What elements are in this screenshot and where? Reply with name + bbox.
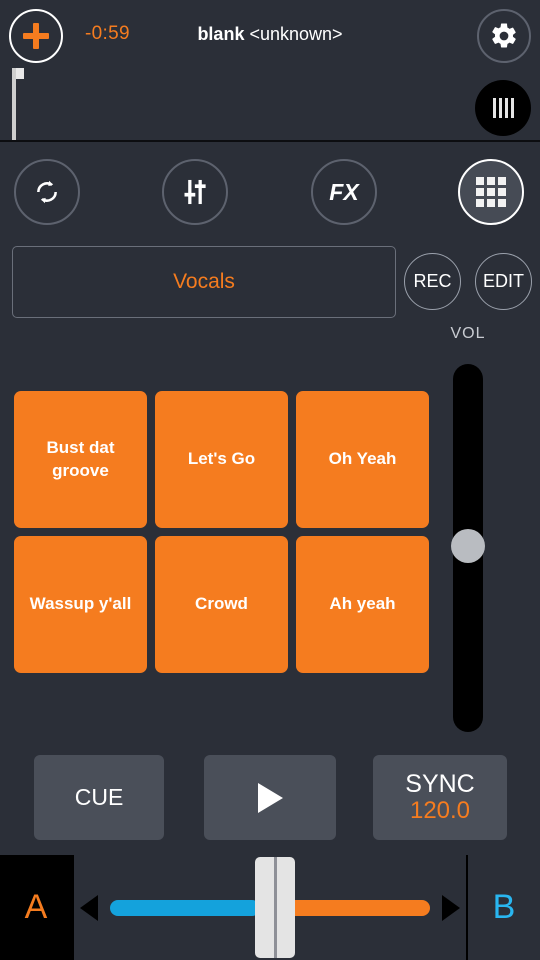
grid-icon (476, 177, 506, 207)
sample-pad[interactable]: Ah yeah (296, 536, 429, 673)
sliders-icon (184, 179, 206, 205)
crossfader-thumb[interactable] (255, 857, 295, 958)
gear-icon (492, 23, 516, 48)
bank-name-button[interactable]: Vocals (12, 246, 396, 318)
arrow-right-icon[interactable] (442, 895, 460, 921)
header-bar: -0:59 blank <unknown> (0, 0, 540, 142)
sample-pad-grid: Bust dat groove Let's Go Oh Yeah Wassup … (14, 391, 429, 673)
crossfader-right-fill (280, 900, 430, 916)
track-artist: <unknown> (249, 24, 343, 44)
deck-a-label[interactable]: A (0, 855, 72, 960)
settings-button[interactable] (477, 9, 531, 63)
crossfader-bar: A B (0, 855, 540, 960)
sync-button[interactable]: SYNC 120.0 (373, 755, 507, 840)
play-button[interactable] (204, 755, 336, 840)
bank-row: Vocals REC EDIT (0, 246, 540, 318)
record-button[interactable]: REC (404, 253, 461, 310)
loop-button[interactable] (14, 159, 80, 225)
bpm-value: 120.0 (409, 796, 471, 824)
cue-button[interactable]: CUE (34, 755, 164, 840)
fx-label: FX (329, 178, 359, 205)
sample-pad[interactable]: Let's Go (155, 391, 288, 528)
mode-toolbar: FX (0, 144, 540, 240)
sync-label: SYNC (405, 769, 475, 798)
sample-pad[interactable]: Oh Yeah (296, 391, 429, 528)
mixer-button[interactable] (162, 159, 228, 225)
pads-button[interactable] (458, 159, 524, 225)
volume-slider-thumb[interactable] (451, 529, 485, 563)
crossfader-left-fill (110, 900, 260, 916)
waveform-display[interactable] (0, 66, 540, 140)
arrow-left-icon[interactable] (80, 895, 98, 921)
loop-repeat-icon (37, 180, 57, 204)
volume-label: VOL (450, 325, 486, 342)
track-title: blank <unknown> (0, 24, 540, 45)
transport-controls: CUE SYNC 120.0 (0, 755, 540, 843)
crossfader-slider[interactable] (72, 855, 468, 960)
fx-button[interactable]: FX (311, 159, 377, 225)
play-triangle-icon (257, 782, 283, 813)
dj-app-screen: -0:59 blank <unknown> FX Vocals REC EDIT… (0, 0, 540, 960)
track-name: blank (197, 24, 245, 44)
sample-pad[interactable]: Wassup y'all (14, 536, 147, 673)
deck-b-label[interactable]: B (468, 855, 540, 960)
playhead-flag-icon (16, 68, 24, 79)
edit-button[interactable]: EDIT (475, 253, 532, 310)
sample-pad[interactable]: Crowd (155, 536, 288, 673)
sample-pad[interactable]: Bust dat groove (14, 391, 147, 528)
